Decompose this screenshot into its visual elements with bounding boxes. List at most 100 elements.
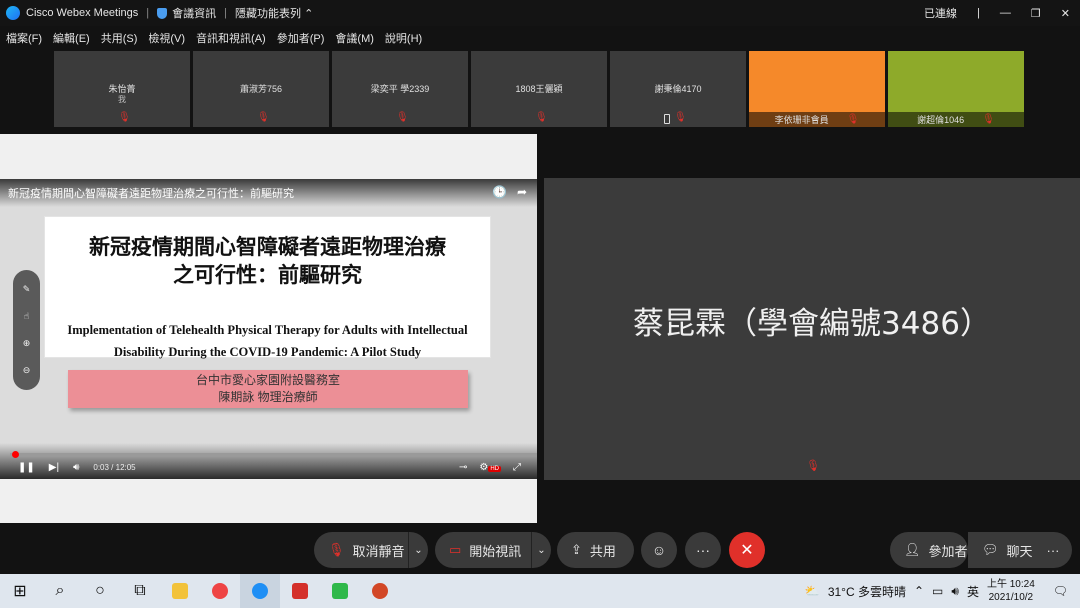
windows-start-icon[interactable]: ⊞	[0, 574, 40, 608]
unmute-button[interactable]: 🎙︎ 取消靜音 ⌄	[314, 532, 428, 568]
participant-tile[interactable]: 李依珊非會員 🎙︎	[749, 51, 885, 127]
muted-mic-icon: 🎙︎	[257, 112, 270, 123]
next-icon[interactable]: ▶|	[49, 462, 59, 473]
participant-name-bar: 謝超倫1046 🎙︎	[888, 112, 1024, 127]
ellipsis-icon: ···	[1046, 542, 1060, 558]
zoom-out-icon[interactable]: ⊖	[23, 365, 31, 376]
menu-view[interactable]: 檢視(V)	[148, 30, 185, 46]
acrobat-icon[interactable]	[280, 574, 320, 608]
chevron-down-icon[interactable]: ⌄	[531, 532, 551, 568]
shared-content-pane[interactable]: 新冠疫情期間心智障礙者遠距物理治療之可行性：前驅研究 🕒 ➦ 新冠疫情期間心智障…	[0, 134, 537, 523]
slide-title-en-2: Disability During the COVID-19 Pandemic:…	[113, 345, 422, 359]
video-controls-right: ⊸ ⚙ HD ⤢	[459, 462, 521, 473]
restore-icon[interactable]: ❐	[1031, 7, 1041, 20]
participant-tile[interactable]: 蕭淑芳756 🎙︎	[193, 51, 329, 127]
panel-more-button[interactable]: ···	[1034, 532, 1072, 568]
participant-tile[interactable]: 梁奕平 學2339 🎙︎	[332, 51, 468, 127]
participants-panel-button[interactable]: 👤︎ 參加者	[890, 532, 968, 568]
notification-icon[interactable]: 🗨︎	[1053, 584, 1068, 598]
muted-mic-icon: 🎙︎	[118, 112, 131, 123]
clock[interactable]: 上午 10:24 2021/10/2	[987, 578, 1035, 604]
participant-tile[interactable]: 謝超倫1046 🎙︎	[888, 51, 1024, 127]
close-icon[interactable]: ✕	[1061, 7, 1070, 20]
share-label: 共用	[589, 543, 616, 559]
active-speaker-tile[interactable]: 蔡昆霖（學會編號3486） 🎙︎	[544, 178, 1080, 480]
participant-tile[interactable]: 朱怡菁 我 🎙︎	[54, 51, 190, 127]
task-view-icon[interactable]: ⧉	[120, 574, 160, 608]
chevron-down-icon[interactable]: ⌄	[408, 532, 428, 568]
video-player[interactable]: 新冠疫情期間心智障礙者遠距物理治療之可行性：前驅研究 🕒 ➦ 新冠疫情期間心智障…	[0, 179, 537, 479]
reactions-button[interactable]: ☺	[641, 532, 677, 568]
participant-strip: 朱怡菁 我 🎙︎ 蕭淑芳756 🎙︎ 梁奕平 學2339 🎙︎ 1808王儷穎 …	[54, 51, 1024, 127]
cortana-icon[interactable]: ○	[80, 574, 120, 608]
annotate-icon[interactable]: ✎	[23, 284, 31, 295]
file-explorer-icon[interactable]	[160, 574, 200, 608]
progress-handle[interactable]	[12, 451, 20, 458]
participant-tile[interactable]: 謝秉倫4170 🎙︎	[610, 51, 746, 127]
hide-menu-label: 隱藏功能表列	[235, 8, 302, 20]
video-off-icon: ▭	[449, 542, 462, 557]
minimize-icon[interactable]: —	[1000, 7, 1011, 19]
share-button[interactable]: ⇪ 共用	[557, 532, 634, 568]
search-icon[interactable]: ⌕	[40, 574, 80, 608]
settings-icon[interactable]: ⚙ HD	[479, 462, 501, 473]
menu-share[interactable]: 共用(S)	[101, 30, 138, 46]
participant-sub: 我	[118, 95, 126, 104]
chevron-up-icon[interactable]: ⌃	[914, 584, 924, 598]
menu-edit[interactable]: 編輯(E)	[53, 30, 90, 46]
ime-indicator[interactable]: 英	[967, 583, 979, 600]
app-title: Cisco Webex Meetings	[26, 7, 139, 19]
muted-mic-icon: 🎙︎	[396, 112, 409, 123]
menu-participants[interactable]: 參加者(P)	[277, 30, 325, 46]
system-tray: ⛅ 31°C 多雲時晴 ⌃ ▭ 🔊︎ 英 上午 10:24 2021/10/2 …	[805, 574, 1080, 608]
leave-meeting-button[interactable]: ✕	[729, 532, 765, 568]
webex-logo-icon	[6, 6, 20, 20]
video-progress-bar[interactable]	[10, 451, 537, 458]
menu-file[interactable]: 檔案(F)	[6, 30, 42, 46]
author-org: 台中市愛心家園附設醫務室	[195, 373, 340, 387]
more-options-button[interactable]: ···	[685, 532, 721, 568]
menu-audio-video[interactable]: 音訊和視訊(A)	[196, 30, 266, 46]
speaker-name: 蔡昆霖（學會編號3486）	[633, 306, 991, 342]
chrome-icon[interactable]	[200, 574, 240, 608]
video-top-icons: 🕒 ➦	[492, 185, 527, 199]
participant-name: 蕭淑芳756	[239, 84, 283, 94]
volume-icon[interactable]: 🔊︎	[73, 462, 79, 473]
meeting-info-button[interactable]: 會議資訊	[172, 5, 216, 21]
network-icon[interactable]: ▭	[932, 584, 943, 598]
chevron-up-icon: ⌃	[304, 8, 314, 20]
title-bar: Cisco Webex Meetings | 會議資訊 | 隱藏功能表列 ⌃ 已…	[0, 0, 1080, 26]
line-icon[interactable]	[320, 574, 360, 608]
fullscreen-icon[interactable]: ⤢	[513, 462, 521, 473]
webex-taskbar-icon[interactable]	[240, 574, 280, 608]
start-video-button[interactable]: ▭ 開始視訊 ⌄	[435, 532, 551, 568]
hide-menu-toggle[interactable]: 隱藏功能表列 ⌃	[235, 5, 313, 21]
powerpoint-icon[interactable]	[360, 574, 400, 608]
video-time: 0:03 / 12:05	[93, 463, 136, 472]
clock-date: 2021/10/2	[988, 592, 1034, 603]
menu-help[interactable]: 說明(H)	[385, 30, 422, 46]
share-arrow-icon[interactable]: ➦	[517, 185, 527, 199]
slide-title-cn-2: 之可行性：前驅研究	[173, 263, 362, 287]
volume-icon[interactable]: 🔊︎	[951, 584, 959, 599]
menu-meeting[interactable]: 會議(M)	[335, 30, 374, 46]
autoplay-toggle-icon[interactable]: ⊸	[459, 462, 467, 473]
participant-name: 梁奕平 學2339	[370, 84, 430, 94]
start-video-label: 開始視訊	[469, 543, 522, 559]
participants-label: 參加者	[928, 543, 968, 559]
pause-icon[interactable]: ❚❚	[18, 462, 35, 473]
participant-name: 謝秉倫4170	[654, 84, 702, 94]
participant-tile[interactable]: 1808王儷穎 🎙︎	[471, 51, 607, 127]
muted-mic-icon: 🎙︎	[674, 112, 687, 123]
title-separator: |	[146, 7, 150, 19]
watch-later-icon[interactable]: 🕒	[492, 185, 507, 199]
smiley-icon: ☺	[651, 542, 667, 558]
remote-control-icon[interactable]: ☝	[24, 311, 29, 322]
zoom-in-icon[interactable]: ⊕	[23, 338, 31, 349]
meeting-controls: 🎙︎ 取消靜音 ⌄ ▭ 開始視訊 ⌄ ⇪ 共用 ☺ ··· ✕ 👤︎ 參加者 💬…	[0, 532, 1080, 570]
chat-panel-button[interactable]: 💬︎ 聊天	[968, 532, 1034, 568]
muted-mic-icon: 🎙︎	[806, 460, 820, 472]
connection-status: 已連線	[924, 8, 958, 20]
weather-text[interactable]: 31°C 多雲時晴	[828, 583, 906, 600]
shield-icon[interactable]	[157, 7, 168, 19]
